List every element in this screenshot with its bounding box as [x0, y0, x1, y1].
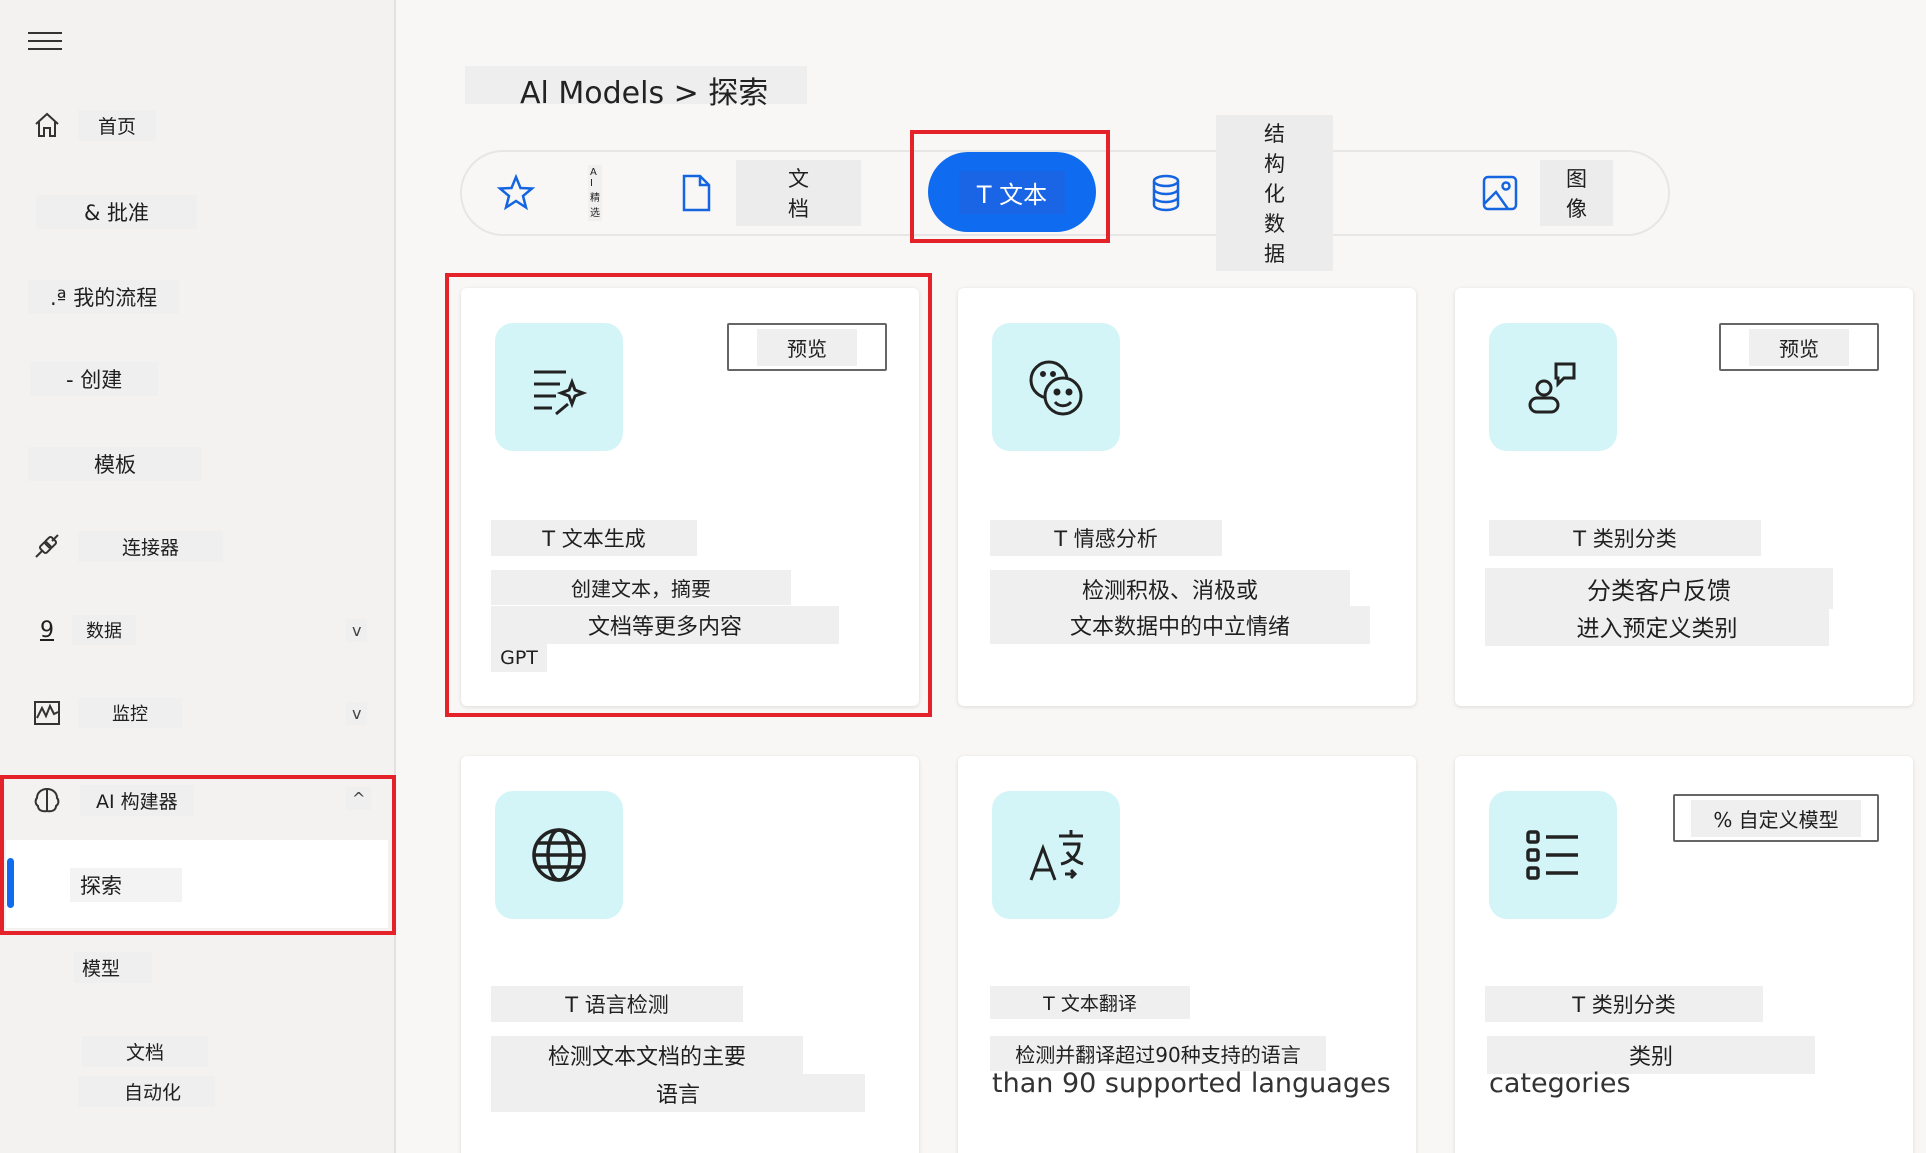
tab-label: A I 精选	[588, 165, 602, 221]
tab-documents[interactable]: 文档	[676, 152, 861, 234]
translate-icon	[992, 791, 1120, 919]
sidebar-item-models[interactable]: 模型	[0, 942, 396, 992]
sidebar-item-home[interactable]: 首页	[0, 100, 396, 150]
card-description-line: 检测并翻译超过90种支持的语言	[990, 1036, 1326, 1071]
card-description-overflow: than 90 supported languages	[992, 1068, 1391, 1099]
sidebar-item-label: 模板	[28, 447, 202, 481]
model-card-sentiment-analysis[interactable]: T 情感分析 检测积极、消极或 文本数据中的中立情绪	[958, 288, 1416, 706]
document-icon	[676, 173, 716, 213]
database-icon	[1146, 173, 1186, 213]
highlight-outline	[910, 130, 1110, 243]
sidebar: 首页 & 批准 .ª 我的流程 - 创建 模板 连接器 9 数据 v 监控 v	[0, 0, 396, 1153]
sidebar-item-create[interactable]: - 创建	[0, 354, 396, 404]
sidebar-item-label: 首页	[78, 109, 157, 141]
card-title: T 语言检测	[491, 986, 743, 1022]
card-description-line: 检测积极、消极或	[990, 570, 1350, 608]
sidebar-item-label: 监控	[78, 698, 182, 728]
sidebar-item-monitor[interactable]: 监控 v	[0, 688, 396, 738]
people-chat-icon	[1489, 323, 1617, 451]
tab-label: 结构化数据	[1216, 115, 1333, 271]
custom-model-badge: % 自定义模型	[1673, 794, 1879, 842]
sidebar-item-label: 模型	[74, 951, 153, 983]
preview-badge: 预览	[1719, 323, 1879, 371]
highlight-outline	[445, 273, 932, 717]
card-description-line: 进入预定义类别	[1485, 606, 1829, 646]
model-card-custom-category-classification[interactable]: % 自定义模型 T 类别分类 类别 categories	[1455, 756, 1913, 1153]
monitor-icon	[30, 696, 64, 730]
card-title: T 类别分类	[1489, 520, 1761, 556]
sidebar-item-label: 自动化	[78, 1075, 216, 1107]
breadcrumb: Al Models > 探索	[465, 66, 807, 111]
card-title: T 文本翻译	[990, 986, 1190, 1019]
sidebar-item-templates[interactable]: 模板	[0, 439, 396, 489]
model-card-text-translation[interactable]: T 文本翻译 检测并翻译超过90种支持的语言 than 90 supported…	[958, 756, 1416, 1153]
sidebar-item-label: 数据	[72, 615, 136, 645]
connector-icon	[30, 529, 64, 563]
card-description-line: 检测文本文档的主要	[491, 1036, 803, 1074]
image-icon	[1480, 173, 1520, 213]
globe-icon	[495, 791, 623, 919]
card-description-line: 语言	[491, 1074, 865, 1112]
tab-ai-picks[interactable]: A I 精选	[496, 152, 602, 234]
tab-images[interactable]: 图像	[1480, 152, 1613, 234]
sidebar-item-label: .ª 我的流程	[28, 280, 180, 314]
card-description-line: 文本数据中的中立情绪	[990, 606, 1370, 644]
tab-label: 图像	[1540, 160, 1613, 226]
card-title: T 情感分析	[990, 520, 1222, 556]
sidebar-item-label: - 创建	[30, 362, 159, 396]
card-description-overflow: categories	[1489, 1068, 1631, 1099]
sidebar-item-label: & 批准	[36, 195, 198, 229]
sidebar-item-my-flows[interactable]: .ª 我的流程	[0, 272, 396, 322]
data-icon: 9	[40, 617, 54, 643]
sidebar-item-label: 文档	[82, 1035, 209, 1067]
emoji-icon	[992, 323, 1120, 451]
sidebar-item-label: 连接器	[78, 530, 224, 562]
model-card-language-detection[interactable]: T 语言检测 检测文本文档的主要 语言	[461, 756, 919, 1153]
card-title: T 类别分类	[1485, 986, 1763, 1022]
card-description-line: 分类客户反馈	[1485, 568, 1833, 609]
sidebar-item-connectors[interactable]: 连接器	[0, 521, 396, 571]
highlight-outline	[0, 775, 396, 935]
home-icon	[30, 108, 64, 142]
sidebar-item-automation[interactable]: 自动化	[0, 1066, 396, 1116]
list-icon	[1489, 791, 1617, 919]
tab-label: 文档	[736, 160, 861, 226]
chevron-down-icon[interactable]: v	[346, 618, 368, 642]
model-card-category-classification[interactable]: 预览 T 类别分类 分类客户反馈 进入预定义类别	[1455, 288, 1913, 706]
sidebar-item-data[interactable]: 9 数据 v	[0, 605, 396, 655]
tab-structured-data[interactable]: 结构化数据	[1146, 115, 1333, 271]
hamburger-menu-icon[interactable]	[28, 32, 62, 52]
sidebar-item-approvals[interactable]: & 批准	[0, 187, 396, 237]
star-icon	[496, 173, 536, 213]
chevron-down-icon[interactable]: v	[346, 701, 368, 725]
